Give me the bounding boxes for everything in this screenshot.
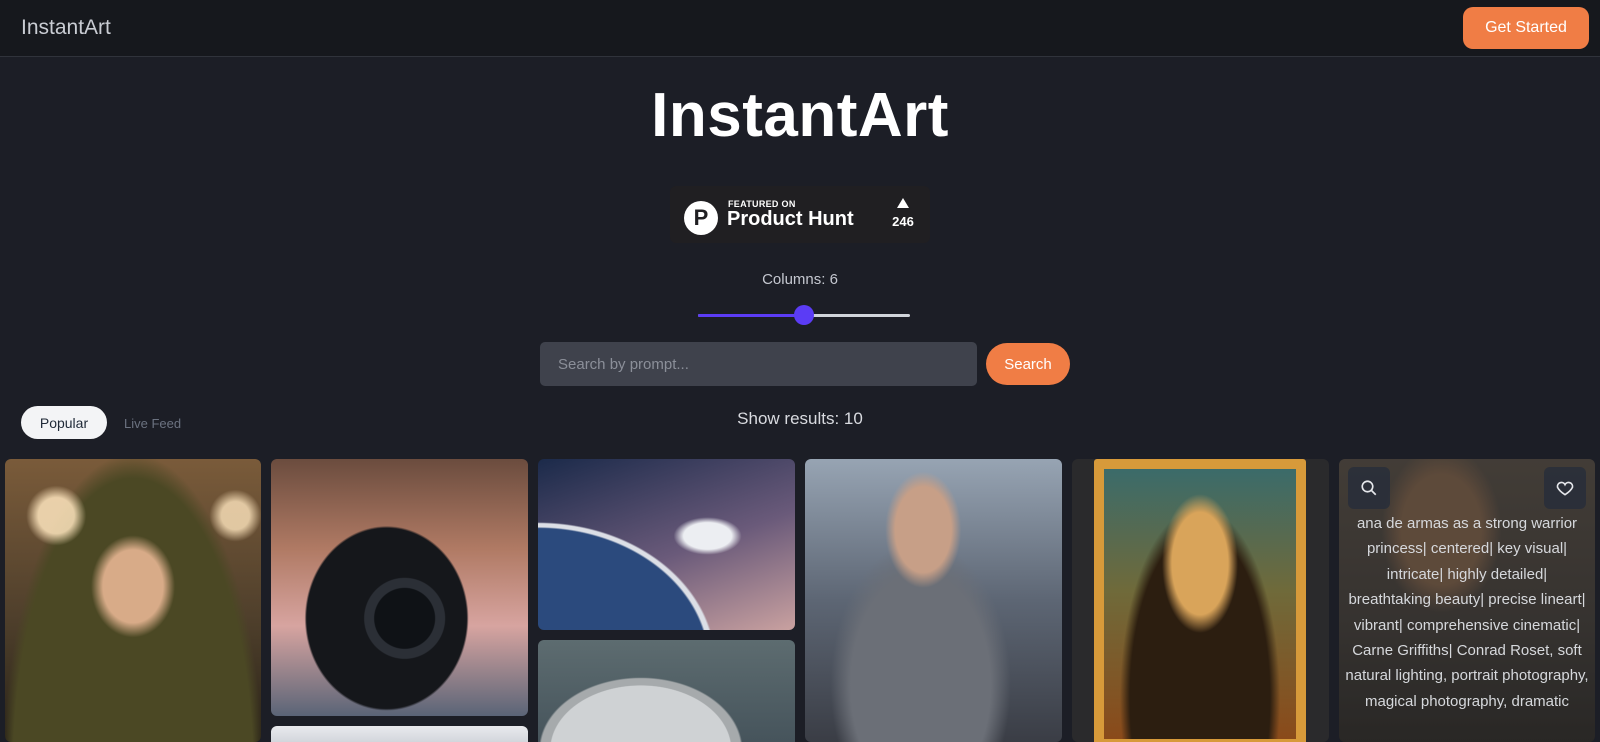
columns-slider[interactable] xyxy=(698,305,910,325)
product-hunt-icon: P xyxy=(684,201,718,235)
gallery-image-mechanical-sphere[interactable] xyxy=(538,640,795,742)
columns-slider-fill xyxy=(698,314,804,317)
upvote-arrow-icon xyxy=(897,198,909,208)
results-count: Show results: 10 xyxy=(737,409,863,428)
image-prompt-text: ana de armas as a strong warrior princes… xyxy=(1345,515,1589,710)
top-navbar: InstantArt Get Started xyxy=(0,0,1600,57)
page-title: InstantArt xyxy=(651,81,949,150)
brand-logo[interactable]: InstantArt xyxy=(21,16,111,40)
gallery-image-partial[interactable] xyxy=(271,726,528,742)
gallery-image-warrior[interactable] xyxy=(805,459,1062,742)
product-hunt-badge[interactable]: P FEATURED ON Product Hunt 246 xyxy=(670,186,930,243)
get-started-button[interactable]: Get Started xyxy=(1463,7,1589,49)
gold-frame xyxy=(1094,459,1306,742)
search-input[interactable] xyxy=(540,342,977,386)
search-icon[interactable] xyxy=(1348,467,1390,509)
product-hunt-name: Product Hunt xyxy=(727,208,854,230)
heart-icon[interactable] xyxy=(1544,467,1586,509)
gallery-image-hovered[interactable]: ana de armas as a strong warrior princes… xyxy=(1339,459,1595,742)
columns-label: Columns: 6 xyxy=(762,271,838,288)
gallery-image-camera[interactable] xyxy=(271,459,528,716)
gallery-image-astronaut[interactable] xyxy=(538,459,795,630)
gallery-image-woman-portrait[interactable] xyxy=(5,459,261,742)
columns-slider-thumb[interactable] xyxy=(794,305,814,325)
gallery-image-mona-lisa[interactable] xyxy=(1072,459,1329,742)
search-button[interactable]: Search xyxy=(986,343,1070,385)
upvote-count: 246 xyxy=(892,214,914,229)
